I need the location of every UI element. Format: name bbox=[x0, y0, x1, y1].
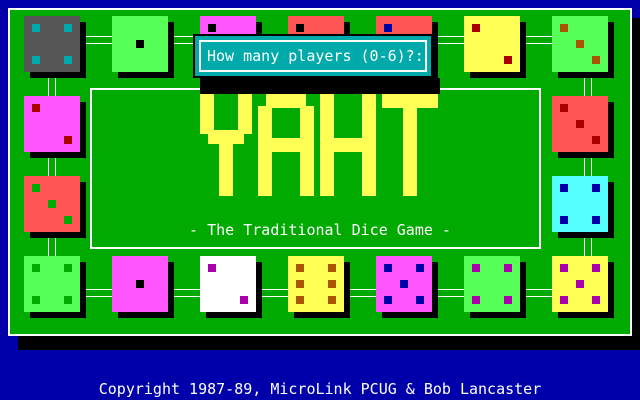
die bbox=[200, 256, 256, 312]
die-pip bbox=[64, 56, 72, 64]
die bbox=[552, 16, 608, 72]
die-pip bbox=[296, 296, 304, 304]
die-pip bbox=[472, 24, 480, 32]
die-pip bbox=[504, 264, 512, 272]
track-right bbox=[584, 44, 592, 290]
die-pip bbox=[384, 24, 392, 32]
die-pip bbox=[32, 24, 40, 32]
die-pip bbox=[592, 296, 600, 304]
die bbox=[112, 16, 168, 72]
die-pip bbox=[240, 296, 248, 304]
subtitle: - The Traditional Dice Game - bbox=[189, 221, 451, 239]
die bbox=[376, 256, 432, 312]
die-pip bbox=[416, 264, 424, 272]
die-pip bbox=[136, 280, 144, 288]
die bbox=[552, 256, 608, 312]
die bbox=[24, 96, 80, 152]
die-pip bbox=[504, 296, 512, 304]
dialog-shadow bbox=[200, 78, 440, 94]
copyright-notice: Copyright 1987-89, MicroLink PCUG & Bob … bbox=[98, 380, 542, 398]
die-pip bbox=[472, 296, 480, 304]
die-pip bbox=[32, 264, 40, 272]
die-pip bbox=[32, 184, 40, 192]
die-pip bbox=[504, 56, 512, 64]
die-pip bbox=[592, 184, 600, 192]
die bbox=[552, 96, 608, 152]
game-title-graphic bbox=[200, 94, 438, 196]
die-pip bbox=[576, 40, 584, 48]
die-pip bbox=[592, 136, 600, 144]
die-pip bbox=[64, 216, 72, 224]
die-pip bbox=[592, 56, 600, 64]
die bbox=[288, 256, 344, 312]
die-pip bbox=[416, 296, 424, 304]
die bbox=[24, 256, 80, 312]
die-pip bbox=[328, 264, 336, 272]
die bbox=[112, 256, 168, 312]
dialog-frame: How many players (0-6)?: bbox=[199, 40, 427, 72]
die-pip bbox=[328, 280, 336, 288]
die-pip bbox=[560, 104, 568, 112]
die-pip bbox=[560, 24, 568, 32]
die bbox=[24, 176, 80, 232]
die-pip bbox=[560, 216, 568, 224]
die bbox=[464, 256, 520, 312]
die-pip bbox=[32, 104, 40, 112]
die-pip bbox=[296, 24, 304, 32]
die-pip bbox=[400, 280, 408, 288]
board-shadow bbox=[632, 18, 640, 350]
die-pip bbox=[384, 264, 392, 272]
game-title: YAHT bbox=[0, 0, 1, 1]
track-left bbox=[48, 44, 56, 290]
die-pip bbox=[576, 280, 584, 288]
die-pip bbox=[64, 296, 72, 304]
die-pip bbox=[576, 120, 584, 128]
board-shadow bbox=[18, 336, 640, 350]
die bbox=[464, 16, 520, 72]
die-pip bbox=[32, 56, 40, 64]
die-pip bbox=[208, 264, 216, 272]
player-count-dialog[interactable]: How many players (0-6)?: bbox=[193, 34, 433, 78]
die-pip bbox=[560, 264, 568, 272]
die-pip bbox=[64, 264, 72, 272]
die-pip bbox=[48, 200, 56, 208]
die-pip bbox=[64, 24, 72, 32]
player-count-prompt: How many players (0-6)?: bbox=[207, 47, 424, 65]
die-pip bbox=[384, 296, 392, 304]
die-pip bbox=[136, 40, 144, 48]
die bbox=[552, 176, 608, 232]
die-pip bbox=[328, 296, 336, 304]
die-pip bbox=[296, 280, 304, 288]
die-pip bbox=[472, 264, 480, 272]
die bbox=[24, 16, 80, 72]
die-pip bbox=[64, 136, 72, 144]
die-pip bbox=[592, 264, 600, 272]
die-pip bbox=[592, 216, 600, 224]
die-pip bbox=[32, 296, 40, 304]
die-pip bbox=[560, 184, 568, 192]
die-pip bbox=[296, 264, 304, 272]
die-pip bbox=[560, 296, 568, 304]
die-pip bbox=[208, 24, 216, 32]
